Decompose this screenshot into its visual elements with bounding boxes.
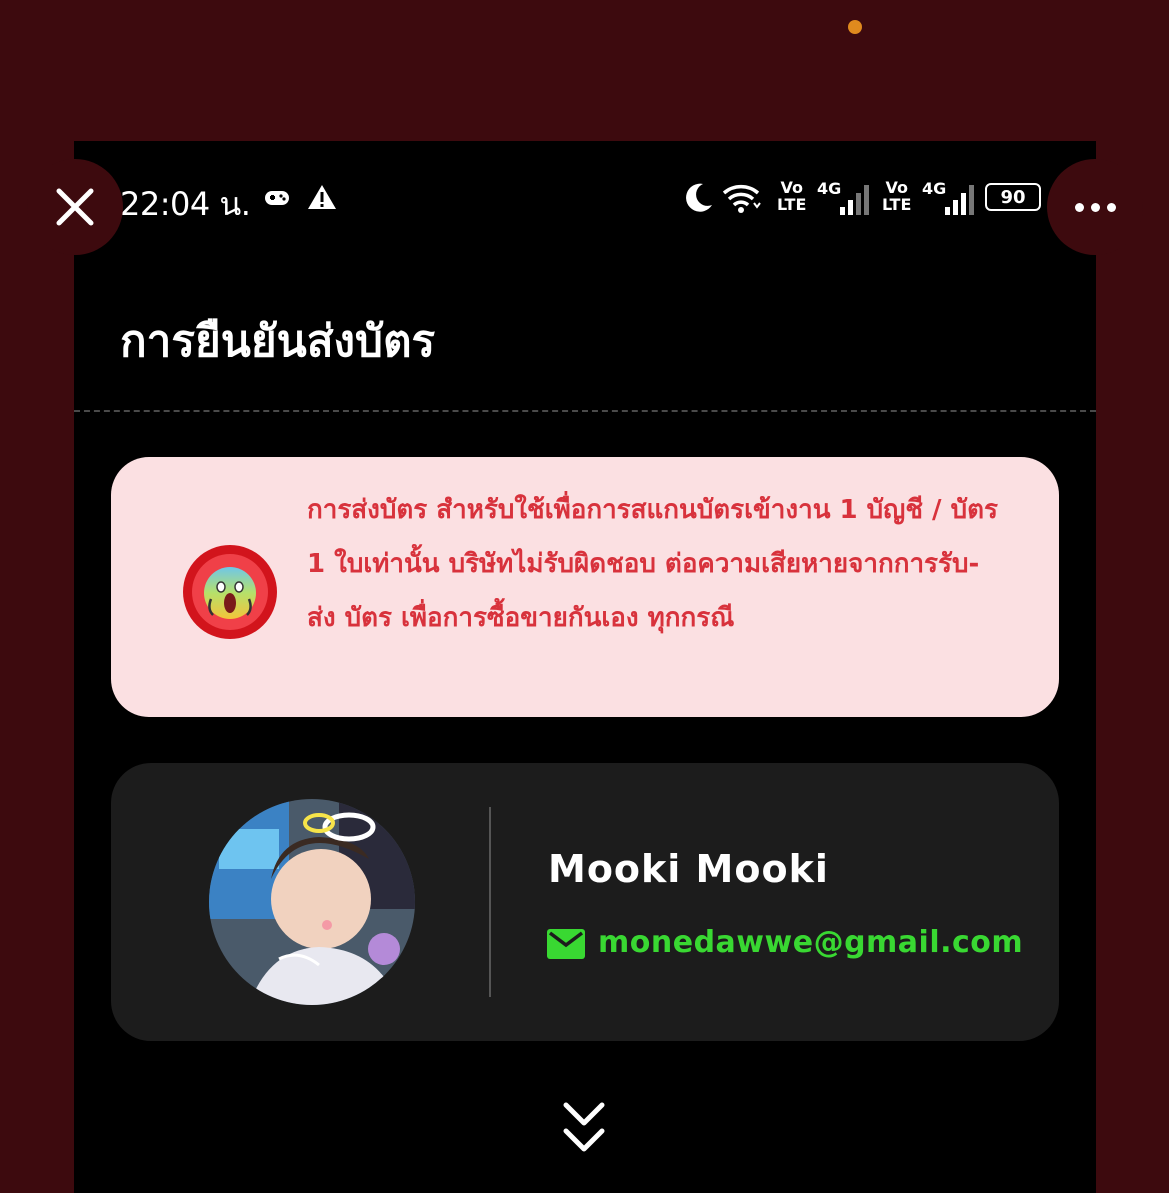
avatar-photo [209, 799, 415, 1005]
scream-face-icon [183, 545, 277, 639]
phone-screen: 22:04 น. Vo LTE 4G Vo LTE 4G 90 การยืนยั… [74, 141, 1096, 1193]
mail-icon [547, 929, 585, 959]
vertical-separator [489, 807, 491, 997]
status-bar: 22:04 น. Vo LTE 4G Vo LTE 4G 90 [74, 141, 1096, 261]
volte-indicator-2: Vo LTE [882, 178, 912, 214]
warning-notice: การส่งบัตร สำหรับใช้เพื่อการสแกนบัตรเข้า… [111, 457, 1059, 717]
close-icon [56, 188, 94, 226]
camera-indicator-dot [848, 20, 862, 34]
more-options-button[interactable] [1047, 159, 1143, 255]
avatar [209, 799, 415, 1005]
game-controller-icon [265, 191, 289, 205]
dashed-divider [74, 410, 1096, 412]
chevron-double-down-icon[interactable] [560, 1099, 608, 1159]
signal-bars-icon-2 [945, 185, 974, 215]
alert-triangle-icon [308, 185, 336, 209]
battery-level: 90 [1000, 186, 1026, 208]
warning-text: การส่งบัตร สำหรับใช้เพื่อการสแกนบัตรเข้า… [307, 495, 998, 633]
do-not-disturb-moon-icon [686, 183, 712, 212]
battery-icon: 90 [985, 183, 1041, 211]
user-name: Mooki Mooki [548, 847, 829, 891]
status-time: 22:04 น. [120, 185, 251, 223]
user-card: Mooki Mooki monedawwe@gmail.com [111, 763, 1059, 1041]
volte-indicator-1: Vo LTE [777, 178, 807, 214]
user-email: monedawwe@gmail.com [598, 925, 1024, 960]
signal-bars-icon-1 [840, 185, 869, 215]
wifi-icon [722, 185, 761, 213]
close-button[interactable] [27, 159, 123, 255]
more-options-icon [1074, 202, 1116, 212]
page-title: การยืนยันส่งบัตร [120, 316, 436, 367]
